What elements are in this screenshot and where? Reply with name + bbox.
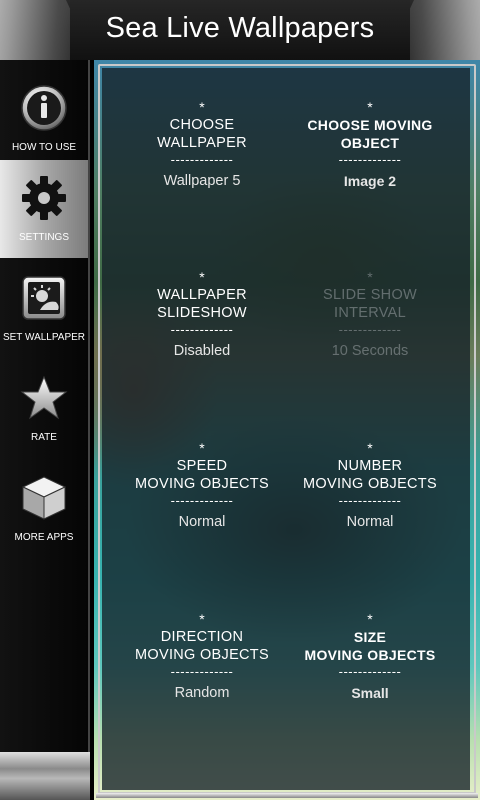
setting-title-line1: SIZE — [353, 629, 387, 645]
setting-direction-moving-objects[interactable]: * DIRECTION MOVING OBJECTS -------------… — [110, 612, 294, 702]
setting-number-moving-objects[interactable]: * NUMBER MOVING OBJECTS ------------- No… — [278, 441, 462, 531]
setting-title-line2: SLIDESHOW — [157, 305, 247, 321]
info-icon — [16, 80, 72, 136]
app-title: Sea Live Wallpapers — [105, 12, 375, 44]
setting-divider: ------------- — [338, 152, 402, 167]
setting-title-line1: SLIDE SHOW — [322, 287, 418, 303]
setting-title-line1: SPEED — [176, 458, 228, 474]
app-header: Sea Live Wallpapers — [0, 0, 480, 60]
sidebar-item-label: SET WALLPAPER — [2, 332, 86, 343]
setting-title-line2: OBJECT — [340, 135, 400, 151]
setting-divider: ------------- — [170, 664, 234, 679]
setting-title-line1: CHOOSE — [169, 117, 235, 133]
setting-divider: ------------- — [338, 493, 402, 508]
required-marker: * — [199, 440, 205, 456]
required-marker: * — [199, 611, 205, 627]
sidebar-item-rate[interactable]: RATE — [0, 360, 88, 458]
setting-title-line2: MOVING OBJECTS — [135, 476, 269, 492]
setting-title-line2: MOVING OBJECTS — [135, 647, 269, 663]
setting-divider: ------------- — [170, 493, 234, 508]
sidebar-item-how-to-use[interactable]: HOW TO USE — [0, 70, 88, 168]
setting-divider: ------------- — [170, 152, 234, 167]
setting-value: Wallpaper 5 — [163, 173, 241, 189]
required-marker: * — [199, 99, 205, 115]
setting-speed-moving-objects[interactable]: * SPEED MOVING OBJECTS ------------- Nor… — [110, 441, 294, 531]
setting-title-line2: INTERVAL — [334, 305, 406, 321]
sidebar-item-label: RATE — [31, 432, 57, 443]
setting-choose-wallpaper[interactable]: * CHOOSE WALLPAPER ------------- Wallpap… — [110, 100, 294, 190]
setting-value: Small — [351, 685, 389, 701]
setting-title-line2: MOVING OBJECTS — [303, 476, 437, 492]
setting-value: 10 Seconds — [331, 343, 409, 359]
frame-rod — [96, 793, 478, 798]
cube-icon — [16, 470, 72, 526]
setting-value: Disabled — [173, 343, 231, 359]
setting-divider: ------------- — [338, 322, 402, 337]
setting-title-line1: CHOOSE MOVING — [307, 117, 433, 133]
sidebar-item-more-apps[interactable]: MORE APPS — [0, 460, 88, 558]
sidebar: HOW TO USE SETTINGS SET WALLPAPER RATE M… — [0, 60, 90, 800]
sidebar-item-label: MORE APPS — [14, 532, 74, 543]
sidebar-item-set-wallpaper[interactable]: SET WALLPAPER — [0, 260, 88, 358]
required-marker: * — [367, 269, 373, 285]
setting-divider: ------------- — [170, 322, 234, 337]
setting-value: Normal — [178, 514, 226, 530]
star-icon — [16, 370, 72, 426]
setting-title-line1: NUMBER — [337, 458, 403, 474]
setting-slideshow-interval: * SLIDE SHOW INTERVAL ------------- 10 S… — [278, 270, 462, 360]
sidebar-item-settings[interactable]: SETTINGS — [0, 160, 88, 258]
setting-value: Image 2 — [343, 173, 397, 189]
setting-title-line2: MOVING OBJECTS — [304, 647, 436, 663]
sidebar-bottom-decoration — [0, 752, 90, 800]
setting-title-line1: WALLPAPER — [157, 287, 247, 303]
gear-icon — [16, 170, 72, 226]
setting-divider: ------------- — [338, 664, 402, 679]
required-marker: * — [199, 269, 205, 285]
sidebar-item-label: SETTINGS — [18, 232, 69, 243]
setting-title-line1: DIRECTION — [160, 629, 244, 645]
setting-choose-moving-object[interactable]: * CHOOSE MOVING OBJECT ------------- Ima… — [278, 100, 462, 190]
setting-value: Normal — [346, 514, 394, 530]
set-wallpaper-icon — [16, 270, 72, 326]
required-marker: * — [367, 440, 373, 456]
setting-value: Random — [174, 685, 230, 701]
sidebar-item-label: HOW TO USE — [11, 142, 77, 153]
setting-wallpaper-slideshow[interactable]: * WALLPAPER SLIDESHOW ------------- Disa… — [110, 270, 294, 360]
required-marker: * — [367, 611, 373, 627]
setting-title-line2: WALLPAPER — [157, 135, 247, 151]
required-marker: * — [367, 99, 373, 115]
setting-size-moving-objects[interactable]: * SIZE MOVING OBJECTS ------------- Smal… — [278, 612, 462, 702]
